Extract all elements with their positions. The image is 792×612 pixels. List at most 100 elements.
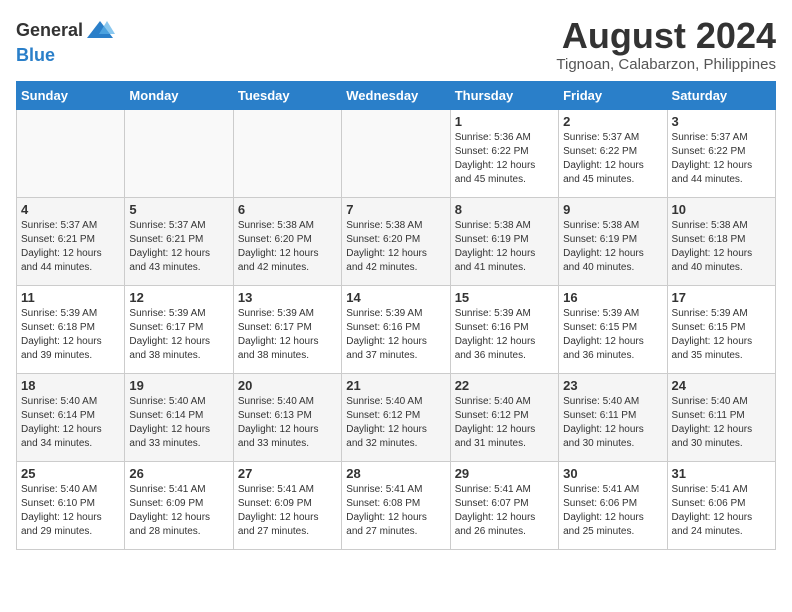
- week-row-3: 11Sunrise: 5:39 AM Sunset: 6:18 PM Dayli…: [17, 285, 776, 373]
- day-number: 10: [672, 202, 771, 217]
- day-number: 6: [238, 202, 337, 217]
- day-number: 18: [21, 378, 120, 393]
- day-info: Sunrise: 5:36 AM Sunset: 6:22 PM Dayligh…: [455, 131, 554, 187]
- day-number: 24: [672, 378, 771, 393]
- day-number: 1: [455, 114, 554, 129]
- day-number: 25: [21, 466, 120, 481]
- day-info: Sunrise: 5:39 AM Sunset: 6:17 PM Dayligh…: [129, 307, 228, 363]
- weekday-sunday: Sunday: [17, 81, 125, 109]
- calendar-cell: 22 Sunrise: 5:40 AM Sunset: 6:12 PM Dayli…: [450, 373, 558, 461]
- day-number: 8: [455, 202, 554, 217]
- day-info: Sunrise: 5:40 AM Sunset: 6:13 PM Dayligh…: [238, 395, 337, 451]
- weekday-thursday: Thursday: [450, 81, 558, 109]
- calendar-cell: 29 Sunrise: 5:41 AM Sunset: 6:07 PM Dayli…: [450, 461, 558, 549]
- day-info: Sunrise: 5:37 AM Sunset: 6:21 PM Dayligh…: [129, 219, 228, 275]
- calendar-cell: 21 Sunrise: 5:40 AM Sunset: 6:12 PM Dayli…: [342, 373, 450, 461]
- day-number: 29: [455, 466, 554, 481]
- calendar-cell: 13 Sunrise: 5:39 AM Sunset: 6:17 PM Dayli…: [233, 285, 341, 373]
- day-number: 3: [672, 114, 771, 129]
- day-number: 7: [346, 202, 445, 217]
- day-info: Sunrise: 5:41 AM Sunset: 6:06 PM Dayligh…: [672, 483, 771, 539]
- weekday-monday: Monday: [125, 81, 233, 109]
- day-info: Sunrise: 5:37 AM Sunset: 6:22 PM Dayligh…: [563, 131, 662, 187]
- day-info: Sunrise: 5:39 AM Sunset: 6:15 PM Dayligh…: [672, 307, 771, 363]
- day-info: Sunrise: 5:39 AM Sunset: 6:16 PM Dayligh…: [455, 307, 554, 363]
- weekday-saturday: Saturday: [667, 81, 775, 109]
- day-number: 5: [129, 202, 228, 217]
- day-info: Sunrise: 5:41 AM Sunset: 6:08 PM Dayligh…: [346, 483, 445, 539]
- day-info: Sunrise: 5:41 AM Sunset: 6:07 PM Dayligh…: [455, 483, 554, 539]
- day-number: 11: [21, 290, 120, 305]
- week-row-2: 4Sunrise: 5:37 AM Sunset: 6:21 PM Daylig…: [17, 197, 776, 285]
- day-info: Sunrise: 5:41 AM Sunset: 6:09 PM Dayligh…: [238, 483, 337, 539]
- day-info: Sunrise: 5:40 AM Sunset: 6:12 PM Dayligh…: [346, 395, 445, 451]
- calendar-subtitle: Tignoan, Calabarzon, Philippines: [556, 56, 776, 73]
- weekday-wednesday: Wednesday: [342, 81, 450, 109]
- day-info: Sunrise: 5:40 AM Sunset: 6:10 PM Dayligh…: [21, 483, 120, 539]
- day-number: 27: [238, 466, 337, 481]
- title-section: August 2024 Tignoan, Calabarzon, Philipp…: [556, 16, 776, 73]
- calendar-table: SundayMondayTuesdayWednesdayThursdayFrid…: [16, 81, 776, 550]
- weekday-tuesday: Tuesday: [233, 81, 341, 109]
- calendar-cell: 16 Sunrise: 5:39 AM Sunset: 6:15 PM Dayli…: [559, 285, 667, 373]
- day-info: Sunrise: 5:38 AM Sunset: 6:20 PM Dayligh…: [238, 219, 337, 275]
- calendar-cell: 11Sunrise: 5:39 AM Sunset: 6:18 PM Dayli…: [17, 285, 125, 373]
- week-row-4: 18 Sunrise: 5:40 AM Sunset: 6:14 PM Dayli…: [17, 373, 776, 461]
- day-info: Sunrise: 5:38 AM Sunset: 6:18 PM Dayligh…: [672, 219, 771, 275]
- day-info: Sunrise: 5:38 AM Sunset: 6:20 PM Dayligh…: [346, 219, 445, 275]
- logo-text-blue: Blue: [16, 46, 115, 66]
- day-info: Sunrise: 5:39 AM Sunset: 6:17 PM Dayligh…: [238, 307, 337, 363]
- calendar-cell: 18 Sunrise: 5:40 AM Sunset: 6:14 PM Dayli…: [17, 373, 125, 461]
- week-row-1: 1 Sunrise: 5:36 AM Sunset: 6:22 PM Daylig…: [17, 109, 776, 197]
- calendar-cell: 15 Sunrise: 5:39 AM Sunset: 6:16 PM Dayli…: [450, 285, 558, 373]
- calendar-cell: 10 Sunrise: 5:38 AM Sunset: 6:18 PM Dayli…: [667, 197, 775, 285]
- calendar-cell: [342, 109, 450, 197]
- day-info: Sunrise: 5:37 AM Sunset: 6:21 PM Dayligh…: [21, 219, 120, 275]
- day-number: 16: [563, 290, 662, 305]
- calendar-cell: 26Sunrise: 5:41 AM Sunset: 6:09 PM Dayli…: [125, 461, 233, 549]
- day-info: Sunrise: 5:39 AM Sunset: 6:16 PM Dayligh…: [346, 307, 445, 363]
- day-info: Sunrise: 5:40 AM Sunset: 6:14 PM Dayligh…: [21, 395, 120, 451]
- calendar-cell: 28 Sunrise: 5:41 AM Sunset: 6:08 PM Dayli…: [342, 461, 450, 549]
- calendar-cell: 3Sunrise: 5:37 AM Sunset: 6:22 PM Daylig…: [667, 109, 775, 197]
- day-number: 9: [563, 202, 662, 217]
- day-number: 31: [672, 466, 771, 481]
- day-number: 19: [129, 378, 228, 393]
- day-info: Sunrise: 5:38 AM Sunset: 6:19 PM Dayligh…: [455, 219, 554, 275]
- calendar-cell: 25 Sunrise: 5:40 AM Sunset: 6:10 PM Dayli…: [17, 461, 125, 549]
- logo: General Blue: [16, 16, 115, 66]
- calendar-cell: [125, 109, 233, 197]
- calendar-cell: 12 Sunrise: 5:39 AM Sunset: 6:17 PM Dayli…: [125, 285, 233, 373]
- calendar-cell: [233, 109, 341, 197]
- day-info: Sunrise: 5:40 AM Sunset: 6:14 PM Dayligh…: [129, 395, 228, 451]
- day-info: Sunrise: 5:38 AM Sunset: 6:19 PM Dayligh…: [563, 219, 662, 275]
- calendar-cell: 17Sunrise: 5:39 AM Sunset: 6:15 PM Dayli…: [667, 285, 775, 373]
- weekday-friday: Friday: [559, 81, 667, 109]
- calendar-cell: 14Sunrise: 5:39 AM Sunset: 6:16 PM Dayli…: [342, 285, 450, 373]
- calendar-cell: [17, 109, 125, 197]
- day-number: 30: [563, 466, 662, 481]
- weekday-header-row: SundayMondayTuesdayWednesdayThursdayFrid…: [17, 81, 776, 109]
- day-number: 13: [238, 290, 337, 305]
- day-info: Sunrise: 5:41 AM Sunset: 6:09 PM Dayligh…: [129, 483, 228, 539]
- calendar-cell: 24 Sunrise: 5:40 AM Sunset: 6:11 PM Dayli…: [667, 373, 775, 461]
- day-number: 28: [346, 466, 445, 481]
- calendar-cell: 8 Sunrise: 5:38 AM Sunset: 6:19 PM Daylig…: [450, 197, 558, 285]
- calendar-cell: 4Sunrise: 5:37 AM Sunset: 6:21 PM Daylig…: [17, 197, 125, 285]
- logo-text-general: General: [16, 21, 83, 41]
- logo-icon: [85, 16, 115, 46]
- calendar-cell: 27 Sunrise: 5:41 AM Sunset: 6:09 PM Dayli…: [233, 461, 341, 549]
- calendar-cell: 30Sunrise: 5:41 AM Sunset: 6:06 PM Dayli…: [559, 461, 667, 549]
- page-header: General Blue August 2024 Tignoan, Calaba…: [16, 16, 776, 73]
- calendar-cell: 20 Sunrise: 5:40 AM Sunset: 6:13 PM Dayli…: [233, 373, 341, 461]
- day-info: Sunrise: 5:40 AM Sunset: 6:12 PM Dayligh…: [455, 395, 554, 451]
- calendar-cell: 2Sunrise: 5:37 AM Sunset: 6:22 PM Daylig…: [559, 109, 667, 197]
- day-info: Sunrise: 5:39 AM Sunset: 6:15 PM Dayligh…: [563, 307, 662, 363]
- day-number: 12: [129, 290, 228, 305]
- day-info: Sunrise: 5:40 AM Sunset: 6:11 PM Dayligh…: [672, 395, 771, 451]
- day-number: 21: [346, 378, 445, 393]
- day-number: 22: [455, 378, 554, 393]
- day-number: 15: [455, 290, 554, 305]
- week-row-5: 25 Sunrise: 5:40 AM Sunset: 6:10 PM Dayli…: [17, 461, 776, 549]
- day-number: 20: [238, 378, 337, 393]
